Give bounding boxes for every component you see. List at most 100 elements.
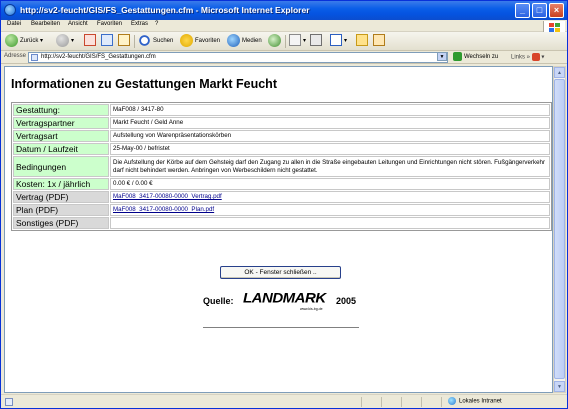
scroll-up-icon[interactable]: ▲ xyxy=(554,67,565,78)
go-label: Wechseln zu xyxy=(464,54,499,61)
row-label: Vertragsart xyxy=(13,130,109,142)
plan-pdf-link[interactable]: MaF008_3417-00080-0000_Plan.pdf xyxy=(113,206,214,213)
browser-window: http://sv2-feucht/GIS/FS_Gestattungen.cf… xyxy=(0,0,568,409)
logo-tagline: www.kis-bg.de xyxy=(300,307,323,311)
row-label: Gestattung: xyxy=(13,104,109,116)
folder-icon xyxy=(356,34,368,47)
source-year: 2005 xyxy=(336,296,357,306)
go-button[interactable]: Wechseln zu xyxy=(453,52,498,61)
row-value: Markt Feucht / Geld Anne xyxy=(110,117,550,129)
page-title: Informationen zu Gestattungen Markt Feuc… xyxy=(11,77,277,91)
messenger-icon xyxy=(373,34,385,47)
forward-button[interactable]: ▾ xyxy=(56,34,74,49)
row-label: Datum / Laufzeit xyxy=(13,143,109,155)
row-label: Kosten: 1x / jährlich xyxy=(13,178,109,190)
back-button[interactable]: Zurück ▾ xyxy=(5,34,43,49)
address-dropdown-icon[interactable]: ▼ xyxy=(437,52,447,61)
table-row: Kosten: 1x / jährlich 0.00 € / 0.00 € xyxy=(13,178,550,190)
mail-icon xyxy=(289,34,301,47)
printer-icon xyxy=(310,34,322,47)
table-row: Gestattung: MaF008 / 3417-80 xyxy=(13,104,550,116)
table-row: Plan (PDF) MaF008_3417-00080-0000_Plan.p… xyxy=(13,204,550,216)
row-value xyxy=(110,217,550,229)
messenger-button[interactable] xyxy=(373,34,387,49)
toolbar-separator xyxy=(134,35,135,48)
internet-explorer-icon xyxy=(4,4,16,16)
stop-button[interactable] xyxy=(84,34,98,49)
info-table: Gestattung: MaF008 / 3417-80 Vertragspar… xyxy=(11,102,552,231)
close-button[interactable]: × xyxy=(549,3,564,18)
menu-bar: Datei Bearbeiten Ansicht Favoriten Extra… xyxy=(1,20,567,33)
address-bar: Adresse http://sv2-feucht/GIS/FS_Gestatt… xyxy=(1,51,567,64)
home-button[interactable] xyxy=(118,34,132,49)
zone-label: Lokales Intranet xyxy=(459,398,502,405)
address-label: Adresse xyxy=(4,53,27,59)
menu-favoriten[interactable]: Favoriten xyxy=(97,21,122,27)
minimize-button[interactable]: _ xyxy=(515,3,530,18)
menu-datei[interactable]: Datei xyxy=(7,21,21,27)
maximize-button[interactable]: □ xyxy=(532,3,547,18)
row-label: Vertrag (PDF) xyxy=(13,191,109,203)
menu-ansicht[interactable]: Ansicht xyxy=(68,21,88,27)
scroll-down-icon[interactable]: ▼ xyxy=(554,381,565,392)
logo-text-b: MARK xyxy=(282,290,327,307)
row-value: 25-May-00 / befristet xyxy=(110,143,550,155)
row-value: MaF008_3417-00080-0000_Plan.pdf xyxy=(110,204,550,216)
stop-icon xyxy=(84,34,96,47)
history-icon xyxy=(268,34,281,47)
ok-close-button[interactable]: OK - Fenster schließen .. xyxy=(220,266,341,279)
table-row: Bedingungen Die Aufstellung der Körbe au… xyxy=(13,156,550,177)
intranet-icon xyxy=(448,397,456,405)
menu-extras[interactable]: Extras xyxy=(131,21,148,27)
toolbar-separator xyxy=(285,35,286,48)
vertical-scrollbar[interactable]: ▲ ▼ xyxy=(553,66,566,393)
table-row: Vertragspartner Markt Feucht / Geld Anne xyxy=(13,117,550,129)
vertrag-pdf-link[interactable]: MaF008_3417-00080-0000_Vertrag.pdf xyxy=(113,193,222,200)
row-value: 0.00 € / 0.00 € xyxy=(110,178,550,190)
row-value: MaF008_3417-00080-0000_Vertrag.pdf xyxy=(110,191,550,203)
row-value: MaF008 / 3417-80 xyxy=(110,104,550,116)
search-icon xyxy=(138,34,151,47)
table-row: Sonstiges (PDF) xyxy=(13,217,550,229)
star-icon xyxy=(180,34,193,47)
go-arrow-icon xyxy=(453,52,462,61)
search-button[interactable]: Suchen xyxy=(138,34,173,49)
toolbar: Zurück ▾ ▾ Suchen Favoriten Medien ▾ ▾ xyxy=(1,32,567,51)
forward-arrow-icon xyxy=(56,34,69,47)
media-button[interactable]: Medien xyxy=(227,34,262,49)
status-divider xyxy=(361,397,362,407)
history-button[interactable] xyxy=(268,34,283,49)
row-value: Aufstellung von Warenpräsentationskörben xyxy=(110,130,550,142)
folder-button[interactable] xyxy=(356,34,370,49)
print-button[interactable] xyxy=(310,34,324,49)
refresh-button[interactable] xyxy=(101,34,115,49)
menu-help[interactable]: ? xyxy=(155,21,158,27)
security-zone: Lokales Intranet xyxy=(448,397,502,405)
address-input[interactable]: http://sv2-feucht/GIS/FS_Gestattungen.cf… xyxy=(28,52,448,63)
status-divider xyxy=(401,397,402,407)
menu-bearbeiten[interactable]: Bearbeiten xyxy=(31,21,60,27)
divider xyxy=(203,327,359,328)
mail-button[interactable]: ▾ xyxy=(289,34,306,49)
table-row: Datum / Laufzeit 25-May-00 / befristet xyxy=(13,143,550,155)
refresh-icon xyxy=(101,34,113,47)
snagit-icon[interactable] xyxy=(531,53,540,61)
links-label: Links xyxy=(511,54,526,61)
media-icon xyxy=(227,34,240,47)
edit-button[interactable]: ▾ xyxy=(330,34,347,49)
title-bar[interactable]: http://sv2-feucht/GIS/FS_Gestattungen.cf… xyxy=(1,1,567,20)
row-label: Sonstiges (PDF) xyxy=(13,217,109,229)
back-label: Zurück xyxy=(20,38,39,45)
landmark-logo: LANDMARK xyxy=(243,291,326,306)
status-divider xyxy=(441,397,442,407)
edit-document-icon xyxy=(330,34,342,47)
links-button[interactable]: Links » ▾ xyxy=(511,53,544,61)
page-content: Informationen zu Gestattungen Markt Feuc… xyxy=(4,66,553,393)
favorites-button[interactable]: Favoriten xyxy=(180,34,220,49)
table-row: Vertragsart Aufstellung von Warenpräsent… xyxy=(13,130,550,142)
row-label: Vertragspartner xyxy=(13,117,109,129)
favorites-label: Favoriten xyxy=(195,38,221,45)
scroll-thumb[interactable] xyxy=(554,79,565,379)
table-row: Vertrag (PDF) MaF008_3417-00080-0000_Ver… xyxy=(13,191,550,203)
source-label: Quelle: xyxy=(203,296,234,306)
